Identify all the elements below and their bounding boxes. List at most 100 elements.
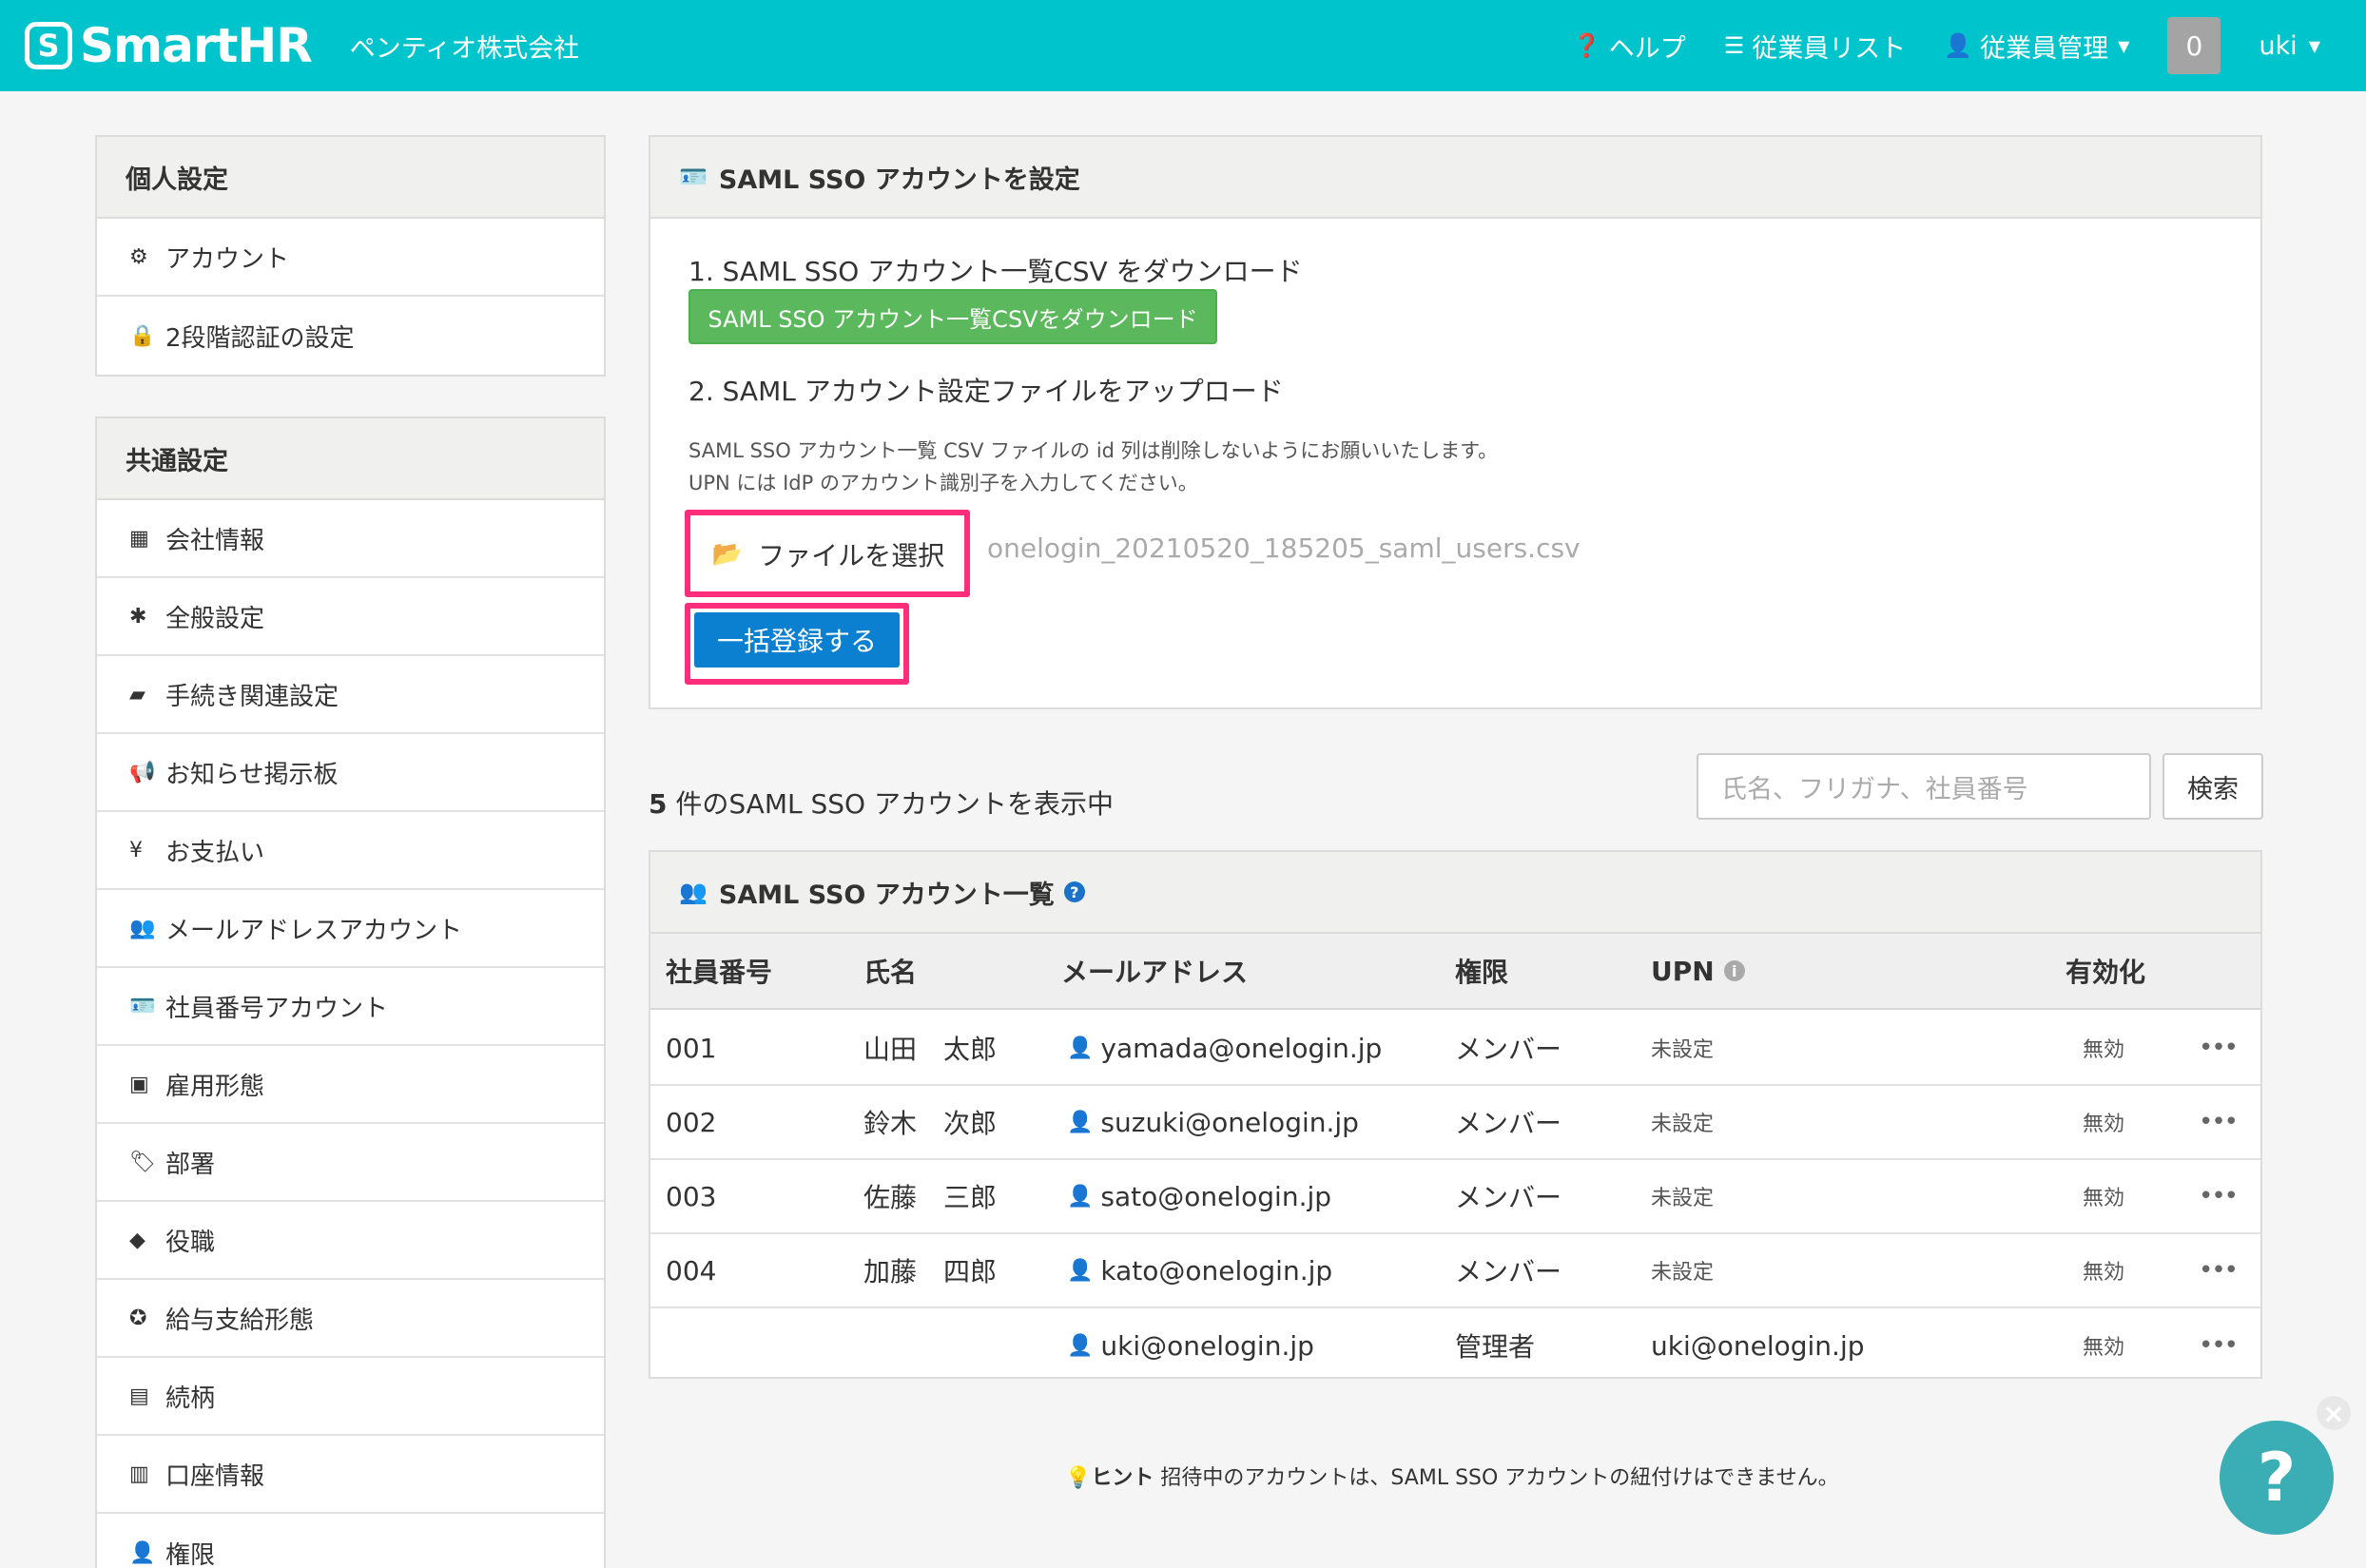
list-alt-icon: ▥	[129, 1462, 149, 1486]
users-icon: 👥	[129, 916, 156, 940]
sidebar-item-pay-type[interactable]: ✪ 給与支給形態	[97, 1280, 604, 1358]
cell-emp-no: 003	[666, 1180, 717, 1212]
search-input[interactable]: 氏名、フリガナ、社員番号	[1697, 753, 2151, 820]
cell-role: メンバー	[1455, 1256, 1562, 1287]
cell-status: 無効	[2083, 1113, 2125, 1136]
sidebar-item-label: 役職	[165, 1228, 216, 1257]
bulk-register-button[interactable]: 一括登録する	[694, 612, 900, 668]
user-icon: 👤	[1067, 1258, 1094, 1283]
saml-setup-card: 🪪 SAML SSO アカウントを設定 1. SAML SSO アカウント一覧C…	[649, 135, 2262, 709]
table-body: 001 山田 太郎 👤 yamada@onelogin.jp メンバー 未設定 無…	[650, 1012, 2260, 1383]
user-menu[interactable]: uki ▼	[2259, 31, 2320, 61]
sidebar-item-label: 手続き関連設定	[165, 682, 339, 711]
sidebar-item-positions[interactable]: ◆ 役職	[97, 1202, 604, 1280]
cell-upn: 未設定	[1651, 1261, 1715, 1285]
notification-badge[interactable]: 0	[2167, 17, 2221, 74]
result-count-text: 件のSAML SSO アカウントを表示中	[667, 788, 1114, 820]
user-name: uki	[2259, 30, 2298, 61]
employee-list-link[interactable]: ☰ 従業員リスト	[1724, 28, 1907, 65]
sidebar-item-procedures[interactable]: ▰ 手続き関連設定	[97, 656, 604, 734]
employee-mgmt-dropdown[interactable]: 👤 従業員管理 ▼	[1944, 28, 2129, 65]
question-circle-icon[interactable]: ?	[1063, 881, 1085, 902]
yen-icon: ¥	[129, 838, 143, 862]
table-row: 002 鈴木 次郎 👤 suzuki@onelogin.jp メンバー 未設定 無…	[650, 1086, 2260, 1160]
sidebar-item-employee-no-accounts[interactable]: 🪪 社員番号アカウント	[97, 968, 604, 1046]
step2-label: 2. SAML アカウント設定ファイルをアップロード	[688, 376, 1284, 407]
cell-role: メンバー	[1455, 1034, 1562, 1065]
sidebar-item-label: 会社情報	[165, 526, 265, 555]
note-line-2: UPN には IdP のアカウント識別子を入力してください。	[688, 472, 1198, 494]
cell-email: 👤 uki@onelogin.jp	[1067, 1308, 1314, 1383]
users-icon: 👥	[679, 879, 708, 905]
sidebar-item-relationship[interactable]: ▤ 続柄	[97, 1358, 604, 1436]
cell-emp-no: 001	[666, 1032, 717, 1064]
close-icon[interactable]: ×	[2317, 1396, 2351, 1430]
info-icon[interactable]: i	[1723, 960, 1745, 981]
company-name: ペンティオ株式会社	[349, 33, 580, 64]
choose-file-label: ファイルを選択	[758, 540, 945, 571]
sidebar-item-label: 2段階認証の設定	[165, 323, 355, 353]
sidebar-item-label: お支払い	[165, 838, 265, 867]
certificate-icon: ✪	[129, 1306, 147, 1330]
personal-settings-title: 個人設定	[97, 137, 604, 219]
more-options-icon[interactable]: •••	[2199, 1160, 2239, 1232]
employee-mgmt-label: 従業員管理	[1980, 33, 2109, 64]
cell-name: 山田 太郎	[863, 1034, 998, 1065]
sidebar-item-label: お知らせ掲示板	[165, 760, 339, 789]
cell-emp-no: 004	[666, 1254, 717, 1287]
smarthr-logo[interactable]: S SmartHR	[25, 18, 313, 73]
hint-text: 💡ヒント 招待中のアカウントは、SAML SSO アカウントの紐付けはできません…	[1065, 1461, 1839, 1491]
tag-icon: ◆	[129, 1228, 145, 1252]
lock-icon: 🔒	[129, 323, 156, 348]
help-chat-button[interactable]: ?	[2220, 1421, 2334, 1535]
book-icon: ▰	[129, 682, 145, 707]
sidebar-item-payment[interactable]: ¥ お支払い	[97, 812, 604, 890]
cell-name: 鈴木 次郎	[863, 1108, 998, 1139]
cell-email: 👤 suzuki@onelogin.jp	[1067, 1086, 1359, 1158]
cell-status: 無効	[2083, 1336, 2125, 1360]
cell-email: 👤 kato@onelogin.jp	[1067, 1234, 1332, 1307]
choose-file-button[interactable]: 📂 ファイルを選択	[692, 517, 964, 591]
sidebar-item-label: 権限	[165, 1540, 216, 1568]
table-row: 003 佐藤 三郎 👤 sato@onelogin.jp メンバー 未設定 無効 …	[650, 1160, 2260, 1234]
sidebar-item-2fa[interactable]: 🔒 2段階認証の設定	[97, 297, 604, 375]
more-options-icon[interactable]: •••	[2199, 1012, 2239, 1084]
download-csv-button[interactable]: SAML SSO アカウント一覧CSVをダウンロード	[688, 289, 1217, 344]
saml-setup-header: 🪪 SAML SSO アカウントを設定	[650, 137, 2260, 219]
user-icon: 👤	[1944, 32, 1973, 59]
personal-settings-panel: 個人設定 ⚙ アカウント 🔒 2段階認証の設定	[95, 135, 606, 377]
sidebar-item-label: 給与支給形態	[165, 1306, 315, 1335]
cell-upn: uki@onelogin.jp	[1651, 1329, 1865, 1362]
user-icon: 👤	[1067, 1333, 1094, 1358]
lightbulb-icon: 💡	[1065, 1466, 1092, 1490]
cell-email-text: sato@onelogin.jp	[1100, 1180, 1332, 1212]
sidebar-item-employment-type[interactable]: ▣ 雇用形態	[97, 1046, 604, 1124]
sidebar-item-bank-info[interactable]: ▥ 口座情報	[97, 1436, 604, 1514]
sidebar-item-label: アカウント	[165, 244, 290, 274]
help-link[interactable]: ❓ ヘルプ	[1573, 28, 1686, 65]
sidebar-item-bulletin[interactable]: 📢 お知らせ掲示板	[97, 734, 604, 812]
selected-file-name: onelogin_20210520_185205_saml_users.csv	[987, 532, 1581, 564]
more-options-icon[interactable]: •••	[2199, 1308, 2239, 1383]
cell-role: メンバー	[1455, 1182, 1562, 1213]
col-email: メールアドレス	[1061, 957, 1249, 988]
sidebar-item-email-accounts[interactable]: 👥 メールアドレスアカウント	[97, 890, 604, 968]
help-label: ヘルプ	[1608, 33, 1686, 64]
result-count: 5 件のSAML SSO アカウントを表示中	[649, 784, 1114, 822]
sidebar-item-permissions[interactable]: 👤 権限	[97, 1514, 604, 1568]
user-icon: 👤	[1067, 1110, 1094, 1134]
logo-mark-icon: S	[25, 22, 72, 69]
sidebar-item-company-info[interactable]: ▦ 会社情報	[97, 500, 604, 578]
cell-status: 無効	[2083, 1187, 2125, 1210]
cell-role: 管理者	[1455, 1331, 1536, 1363]
folder-open-icon: 📂	[711, 540, 744, 569]
question-circle-icon: ❓	[1572, 32, 1601, 59]
more-options-icon[interactable]: •••	[2199, 1086, 2239, 1158]
search-button[interactable]: 検索	[2162, 753, 2263, 820]
saml-accounts-card: 👥 SAML SSO アカウント一覧 ? 社員番号 氏名 メールアドレス 権限 …	[649, 850, 2262, 1379]
sidebar-item-departments[interactable]: 🏷 部署	[97, 1124, 604, 1202]
id-card-icon: 🪪	[129, 994, 156, 1018]
sidebar-item-account[interactable]: ⚙ アカウント	[97, 219, 604, 297]
sidebar-item-general[interactable]: ✱ 全般設定	[97, 578, 604, 656]
more-options-icon[interactable]: •••	[2199, 1234, 2239, 1307]
